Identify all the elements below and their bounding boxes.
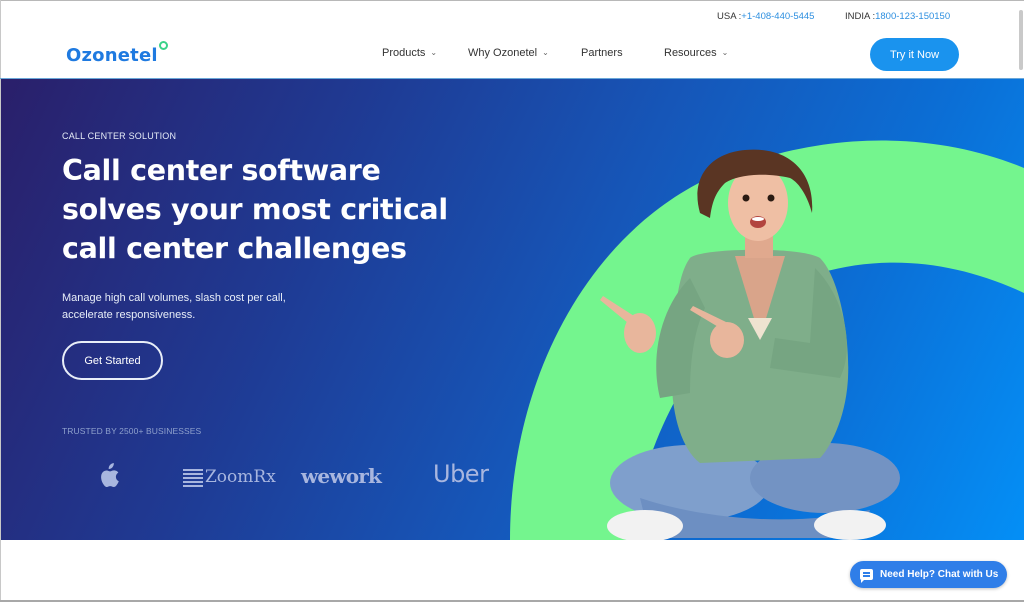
nav-partners[interactable]: Partners [581,47,623,59]
contact-india: INDIA :1800-123-150150 [845,11,950,22]
hero-top-edge [0,78,1024,79]
contact-usa: USA :+1-408-440-5445 [717,11,814,22]
hero-person-image [600,149,900,540]
chevron-down-icon: ⌄ [721,47,729,57]
contact-usa-label: USA : [717,11,742,22]
contact-india-label: INDIA : [845,11,876,22]
try-it-now-button[interactable]: Try it Now [870,38,959,71]
contact-india-phone[interactable]: 1800-123-150150 [875,11,950,22]
hero-section: CALL CENTER SOLUTION Call center softwar… [0,78,1024,540]
chat-bubble-icon [860,569,873,583]
chat-label: Need Help? Chat with Us [880,569,999,580]
nav-products[interactable]: Products ⌄ [382,47,437,59]
nav-resources[interactable]: Resources ⌄ [664,47,728,59]
contact-usa-phone[interactable]: +1-408-440-5445 [741,11,814,22]
nav-resources-label: Resources [664,47,717,59]
window-border-left [0,0,1,602]
nav-why-ozonetel[interactable]: Why Ozonetel ⌄ [468,47,549,59]
scrollbar-thumb[interactable] [1019,10,1023,70]
ozonetel-logo[interactable]: Ozonetel [66,45,158,66]
chevron-down-icon: ⌄ [430,47,438,57]
chat-with-us-button[interactable]: Need Help? Chat with Us [850,561,1007,588]
nav-partners-label: Partners [581,47,623,59]
nav-why-label: Why Ozonetel [468,47,538,59]
hand-right [710,322,744,358]
chevron-down-icon: ⌄ [542,47,549,57]
site-header: USA :+1-408-440-5445 INDIA :1800-123-150… [0,0,1024,78]
shoe-right [814,510,886,540]
nav-products-label: Products [382,47,426,59]
page-scrollbar[interactable] [1016,0,1024,602]
logo-ring-icon [159,41,168,50]
window-border-top [0,0,1024,1]
